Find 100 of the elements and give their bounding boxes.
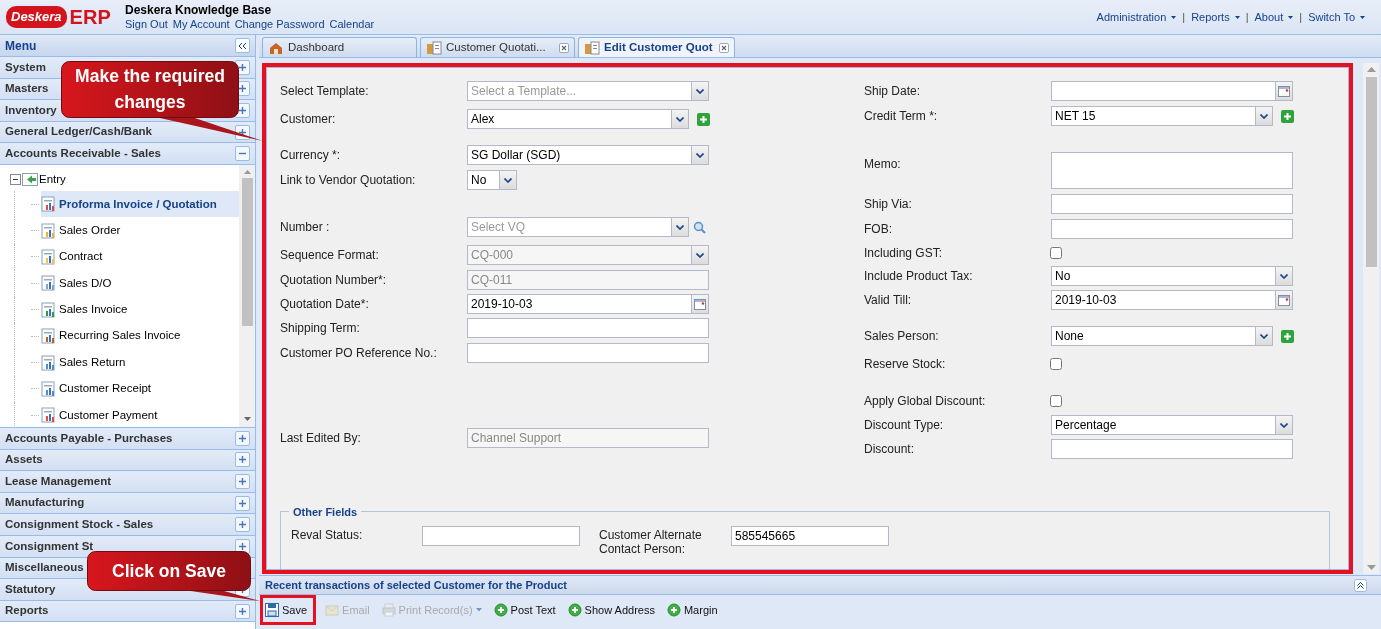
- header-link[interactable]: Calendar: [329, 17, 375, 31]
- dropdown-field[interactable]: SG Dollar (SGD): [467, 145, 709, 165]
- printer-icon: [381, 603, 396, 617]
- tree-item[interactable]: Customer Receipt: [41, 375, 239, 403]
- text-field[interactable]: [1051, 439, 1293, 459]
- tree-item[interactable]: Sales D/O: [41, 270, 239, 297]
- dropdown-field[interactable]: NET 15: [1051, 106, 1273, 126]
- section-title[interactable]: System: [5, 58, 46, 76]
- menu-separator: |: [1182, 9, 1186, 25]
- text-field[interactable]: [422, 526, 580, 546]
- menu-link[interactable]: Reports: [1191, 8, 1240, 26]
- header-link[interactable]: Sign Out: [125, 17, 168, 31]
- text-field[interactable]: [1051, 219, 1293, 239]
- scroll-down-icon: [243, 416, 251, 421]
- plus-icon: [238, 498, 247, 508]
- tree-item[interactable]: Sales Invoice: [41, 296, 239, 323]
- checkbox[interactable]: [1050, 247, 1062, 259]
- dropdown-field[interactable]: Percentage: [1051, 415, 1293, 435]
- tab[interactable]: Customer Quotati...: [420, 37, 575, 57]
- envelope-icon: [325, 603, 340, 617]
- scrollbar-thumb[interactable]: [241, 177, 253, 326]
- chevron-down-icon: [696, 88, 704, 94]
- scrollbar[interactable]: [239, 164, 255, 427]
- section-title[interactable]: Inventory: [5, 101, 57, 120]
- dropdown-button[interactable]: [499, 171, 516, 189]
- field-label: Ship Date:: [864, 83, 922, 100]
- header-link[interactable]: Change Password: [234, 17, 325, 31]
- scrollbar[interactable]: [1363, 63, 1379, 574]
- checkbox[interactable]: [1050, 358, 1062, 370]
- scrollbar-thumb[interactable]: [1365, 77, 1377, 267]
- panel-title: Menu: [5, 37, 37, 55]
- app-title: Deskera Knowledge Base: [125, 3, 273, 17]
- collapse-icon[interactable]: [1354, 578, 1367, 592]
- tab[interactable]: Dashboard: [262, 37, 417, 57]
- document-chart-icon: [41, 196, 56, 213]
- menu-link[interactable]: Administration: [1096, 8, 1177, 26]
- collapse-button[interactable]: [235, 146, 250, 162]
- section-title[interactable]: Masters: [5, 80, 49, 98]
- field-label: Quotation Number*:: [280, 272, 388, 289]
- field-label: Shipping Term:: [280, 320, 361, 337]
- panel-title: Recent transactions of selected Customer for the Product: [265, 577, 567, 593]
- calendar-button[interactable]: [1275, 291, 1292, 309]
- section-title[interactable]: Miscellaneous: [5, 559, 84, 577]
- collapse-button[interactable]: [235, 38, 250, 53]
- collapse-toggle[interactable]: [10, 173, 21, 185]
- dropdown-button[interactable]: [1275, 416, 1292, 434]
- tree-item[interactable]: Contract: [41, 243, 239, 271]
- dropdown-button[interactable]: [1255, 327, 1272, 345]
- field-label: Discount:: [864, 441, 916, 458]
- add-button[interactable]: [1281, 109, 1294, 123]
- calendar-button[interactable]: [691, 295, 708, 313]
- tree-item[interactable]: Entry: [39, 170, 66, 189]
- dropdown-field[interactable]: No: [1051, 266, 1293, 286]
- section-title[interactable]: Statutory: [5, 580, 56, 599]
- header-link[interactable]: My Account: [172, 17, 230, 31]
- date-field[interactable]: 2019-10-03: [467, 294, 709, 314]
- toolbar-button[interactable]: Post Text: [490, 597, 559, 623]
- house-icon: [268, 40, 284, 55]
- dropdown-field[interactable]: No: [467, 170, 517, 190]
- date-field[interactable]: 2019-10-03: [1051, 290, 1293, 310]
- scroll-down-icon[interactable]: [1366, 565, 1376, 570]
- tree-item[interactable]: Proforma Invoice / Quotation: [41, 190, 239, 218]
- field-label: Link to Vendor Quotation:: [280, 172, 417, 189]
- dropdown-button[interactable]: [671, 218, 688, 236]
- text-field[interactable]: [1051, 194, 1293, 214]
- toolbar-button[interactable]: Margin: [663, 597, 721, 623]
- tree-item[interactable]: Sales Return: [41, 349, 239, 376]
- field-label: Quotation Date*:: [280, 296, 370, 313]
- tree-item[interactable]: Recurring Sales Invoice: [41, 322, 239, 350]
- dropdown-button[interactable]: [1275, 267, 1292, 285]
- tree-item[interactable]: Sales Order: [41, 217, 239, 244]
- dropdown-field[interactable]: None: [1051, 326, 1273, 346]
- checkbox[interactable]: [1050, 395, 1062, 407]
- dropdown-button[interactable]: [691, 82, 708, 100]
- dropdown-field[interactable]: Alex: [467, 109, 689, 129]
- close-button[interactable]: [559, 42, 569, 53]
- menu-link[interactable]: About: [1254, 8, 1294, 26]
- chevron-down-icon: [676, 224, 684, 230]
- text-field[interactable]: [467, 318, 709, 338]
- scroll-up-icon[interactable]: [1366, 67, 1376, 72]
- text-field[interactable]: [467, 343, 709, 363]
- date-field[interactable]: [1051, 81, 1293, 101]
- add-button[interactable]: [697, 112, 710, 126]
- dropdown-button[interactable]: [691, 146, 708, 164]
- tab[interactable]: Edit Customer Quot: [578, 37, 735, 57]
- field-label: Ship Via:: [864, 196, 913, 213]
- field-label: Customer PO Reference No.:: [280, 345, 438, 362]
- dropdown-button[interactable]: [671, 110, 688, 128]
- section-title[interactable]: Reports: [5, 602, 49, 620]
- close-button[interactable]: [719, 42, 729, 53]
- add-button[interactable]: [1281, 329, 1294, 343]
- calendar-button[interactable]: [1275, 82, 1292, 100]
- tree-item[interactable]: Customer Payment: [41, 402, 239, 429]
- plus-icon: [238, 520, 247, 530]
- dropdown-button[interactable]: [1255, 107, 1272, 125]
- toolbar-button[interactable]: Show Address: [564, 597, 658, 623]
- section-title[interactable]: Assets: [5, 451, 43, 469]
- toolbar-button[interactable]: Save: [260, 595, 317, 625]
- menu-link[interactable]: Switch To: [1308, 8, 1365, 26]
- text-field[interactable]: 585545665: [731, 526, 889, 546]
